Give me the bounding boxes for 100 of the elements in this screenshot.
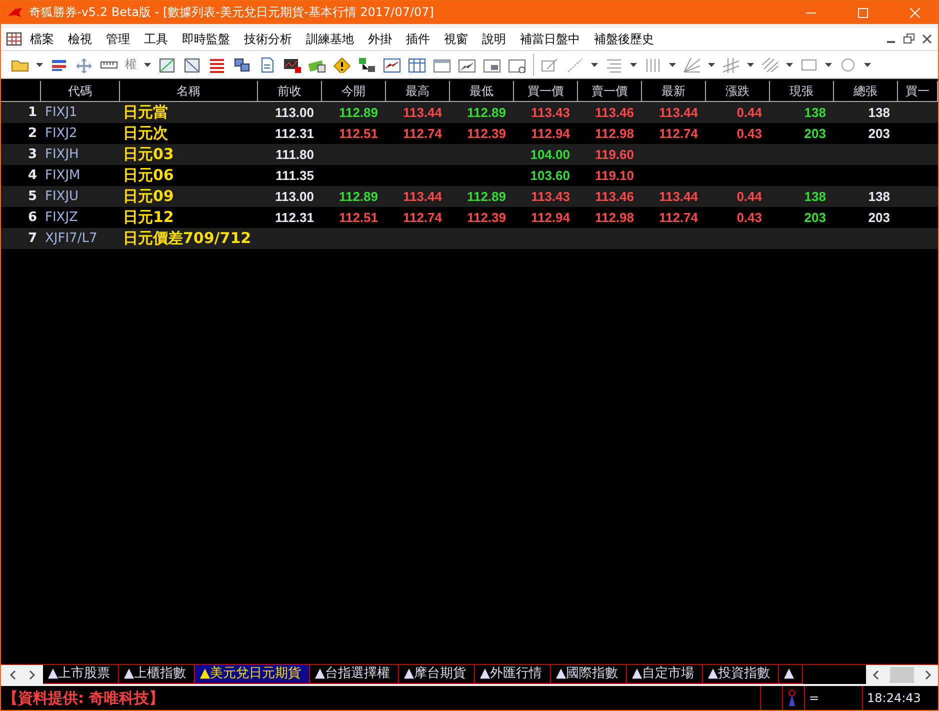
price-cell-text: 112.89 xyxy=(338,189,379,204)
market-tab[interactable]: ▲美元兌日元期貨 xyxy=(195,665,310,684)
fan-icon[interactable] xyxy=(683,56,701,72)
window-icon[interactable] xyxy=(483,56,501,72)
menu-item[interactable]: 外掛 xyxy=(361,30,399,48)
channel-icon[interactable] xyxy=(722,56,740,72)
symbol-cell-text: FIXJ1 xyxy=(44,105,78,120)
window-icon[interactable] xyxy=(433,56,451,72)
price-cell-text: 113.44 xyxy=(402,105,443,120)
market-tab[interactable]: ▲自定市場 xyxy=(627,665,703,684)
menu-item[interactable]: 訓練基地 xyxy=(299,30,361,48)
caret-icon[interactable] xyxy=(669,62,676,66)
menu-item[interactable]: 補盤後歷史 xyxy=(587,30,661,48)
caret-icon[interactable] xyxy=(36,62,43,66)
maximize-icon xyxy=(858,8,868,18)
price-cell-text: 113.43 xyxy=(530,105,571,120)
hatch-icon[interactable] xyxy=(761,56,779,72)
market-tab[interactable]: ▲投資指數 xyxy=(703,665,779,684)
market-tab[interactable]: ▲外匯行情 xyxy=(475,665,551,684)
price-cell-text: 111.80 xyxy=(274,147,315,162)
price-cell-text: 112.31 xyxy=(274,210,315,225)
market-tab[interactable]: ▲摩台期貨 xyxy=(399,665,475,684)
lines-icon[interactable] xyxy=(605,56,623,72)
caret-icon[interactable] xyxy=(864,62,871,66)
caret-icon[interactable] xyxy=(825,62,832,66)
list-icon[interactable] xyxy=(208,56,226,72)
caret-icon[interactable] xyxy=(144,62,151,66)
fox-logo-icon xyxy=(7,6,23,18)
symbol-cell-text: FIXJU xyxy=(44,189,80,204)
symbol-cell-text: XJFI7/L7 xyxy=(44,231,98,246)
chart-icon[interactable] xyxy=(158,56,176,72)
chart-icon[interactable] xyxy=(283,56,301,72)
menu-item[interactable]: 插件 xyxy=(399,30,437,48)
price-cell-text: 112.74 xyxy=(402,210,443,225)
scroll-thumb[interactable] xyxy=(890,666,914,682)
price-cell-text: 113.44 xyxy=(658,105,699,120)
price-cell-text: 112.39 xyxy=(466,126,507,141)
row-number: 5 xyxy=(26,189,38,204)
market-tab[interactable]: ▲台指選擇權 xyxy=(310,665,399,684)
window-icon[interactable] xyxy=(508,56,526,72)
market-tab[interactable]: ▲國際指數 xyxy=(551,665,627,684)
price-cell-text: 112.89 xyxy=(466,105,507,120)
menu-item[interactable]: 說明 xyxy=(475,30,513,48)
price-cell-text: 113.44 xyxy=(402,189,443,204)
symbol-cell-text: FIXJM xyxy=(44,168,82,183)
caret-icon[interactable] xyxy=(708,62,715,66)
close-icon xyxy=(910,8,920,18)
price-cell-text: 203 xyxy=(803,126,827,141)
symbol-cell-text: FIXJZ xyxy=(44,210,79,225)
antenna-icon xyxy=(787,689,797,707)
price-cell-text: 138 xyxy=(867,105,891,120)
table-icon[interactable] xyxy=(408,56,426,72)
rectangle-icon[interactable] xyxy=(800,56,818,72)
bars-icon[interactable] xyxy=(644,56,662,72)
caret-icon[interactable] xyxy=(630,62,637,66)
menu-item[interactable]: 補當日盤中 xyxy=(513,30,587,48)
menu-item[interactable]: 檢視 xyxy=(61,30,99,48)
menu-item[interactable]: 管理 xyxy=(99,30,137,48)
price-cell-text: 0.44 xyxy=(736,105,763,120)
price-cell-text: 113.46 xyxy=(594,189,635,204)
rights-label[interactable]: 權 xyxy=(125,56,137,73)
windows-icon[interactable] xyxy=(233,56,251,72)
circle-icon[interactable] xyxy=(839,56,857,72)
warning-icon[interactable] xyxy=(333,56,351,72)
menu-item[interactable]: 檔案 xyxy=(23,30,61,48)
spreadsheet-icon[interactable] xyxy=(5,31,23,47)
row-number: 6 xyxy=(26,210,38,225)
price-cell-text: 103.60 xyxy=(529,168,571,183)
market-tab[interactable]: ▲上市股票 xyxy=(43,665,119,684)
price-cell-text: 138 xyxy=(867,189,891,204)
menu-item[interactable]: 工具 xyxy=(137,30,175,48)
price-cell-text: 113.43 xyxy=(530,189,571,204)
price-cell-text: 112.51 xyxy=(338,126,379,141)
market-tab[interactable]: ▲上櫃指數 xyxy=(119,665,195,684)
price-cell-text: 138 xyxy=(803,105,827,120)
name-cell-text: 日元03 xyxy=(122,145,175,164)
price-cell-text: 113.44 xyxy=(658,189,699,204)
price-cell-text: 112.89 xyxy=(466,189,507,204)
name-cell-text: 日元次 xyxy=(122,124,169,143)
line-icon[interactable] xyxy=(566,56,584,72)
window-title: 奇狐勝券-v5.2 Beta版 - [數據列表-美元兌日元期貨-基本行情 2017/07/07] xyxy=(29,4,435,21)
caret-icon[interactable] xyxy=(747,62,754,66)
move-icon[interactable] xyxy=(75,56,93,72)
price-cell-text: 138 xyxy=(803,189,827,204)
symbol-cell-text: FIXJH xyxy=(44,147,80,162)
caret-icon[interactable] xyxy=(591,62,598,66)
price-cell-text: 112.89 xyxy=(338,105,379,120)
price-cell-text: 113.46 xyxy=(594,105,635,120)
network-icon[interactable] xyxy=(358,56,376,72)
price-cell-text: 0.43 xyxy=(736,210,763,225)
window-icon[interactable] xyxy=(458,56,476,72)
menu-item[interactable]: 視窗 xyxy=(437,30,475,48)
menu-item[interactable]: 即時監盤 xyxy=(175,30,237,48)
pencil-icon[interactable] xyxy=(541,56,559,72)
chart-icon[interactable] xyxy=(183,56,201,72)
menu-item[interactable]: 技術分析 xyxy=(237,30,299,48)
price-cell-text: 113.00 xyxy=(274,105,315,120)
row-number: 2 xyxy=(26,126,38,141)
market-tab[interactable]: ▲ xyxy=(779,665,803,684)
caret-icon[interactable] xyxy=(786,62,793,66)
